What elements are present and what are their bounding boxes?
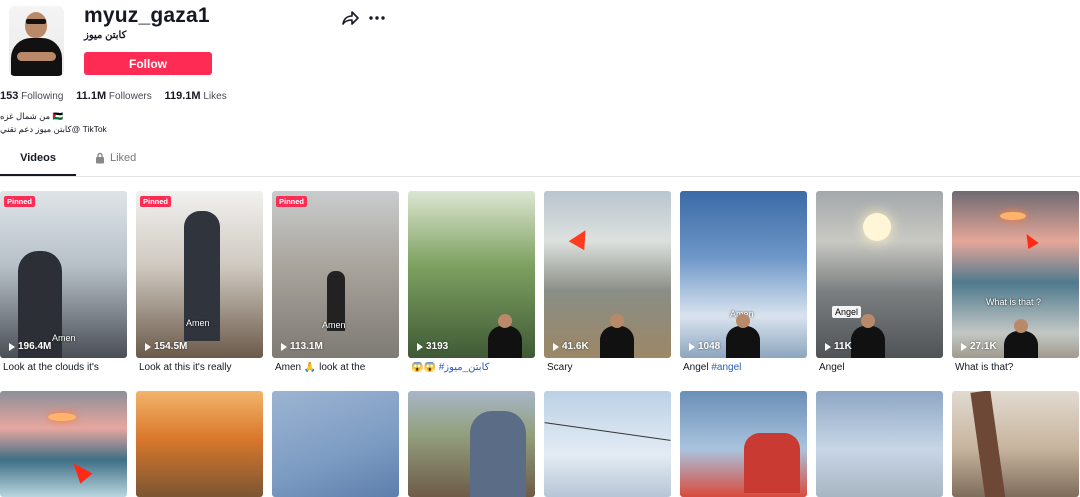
play-icon (281, 342, 287, 351)
more-options-icon[interactable] (368, 10, 386, 26)
following-count[interactable]: 153 (0, 90, 18, 102)
view-count: 1048 (689, 341, 720, 352)
video-card-8[interactable]: What is that ? 27.1K (952, 191, 1079, 358)
video-caption[interactable]: Look at the clouds it's (3, 362, 128, 373)
view-count: 113.1M (281, 341, 323, 352)
video-card-11[interactable] (272, 391, 399, 497)
video-card-5[interactable]: 41.6K (544, 191, 671, 358)
video-caption[interactable]: Scary (547, 362, 672, 373)
play-icon (417, 342, 423, 351)
likes-count: 119.1M (164, 90, 201, 102)
followers-label[interactable]: Followers (109, 91, 152, 102)
video-card-6[interactable]: Amen 1048 (680, 191, 807, 358)
video-caption[interactable]: 😱😱 #كابتن_ميوز (411, 362, 536, 373)
hashtag-link[interactable]: #كابتن_ميوز (439, 362, 490, 373)
play-icon (145, 342, 151, 351)
play-icon (553, 342, 559, 351)
video-card-9[interactable] (0, 391, 127, 497)
likes-label: Likes (203, 91, 227, 102)
profile-nickname: كابتن ميوز (84, 30, 127, 41)
video-caption[interactable]: Angel (819, 362, 944, 373)
video-caption[interactable]: What is that? (955, 362, 1080, 373)
pinned-badge: Pinned (276, 196, 308, 207)
bio-line-1: من شمال غزه 🇵🇸 (0, 111, 64, 121)
play-icon (9, 342, 15, 351)
video-card-10[interactable] (136, 391, 263, 497)
hashtag-link[interactable]: #angel (711, 362, 741, 373)
video-overlay-text: Amen (52, 333, 76, 343)
avatar[interactable] (9, 6, 64, 76)
view-count: 27.1K (961, 341, 997, 352)
profile-stats: 153 Following 11.1M Followers 119.1M Lik… (0, 90, 237, 102)
video-overlay-text: What is that ? (986, 297, 1042, 307)
play-icon (689, 342, 695, 351)
profile-username: myuz_gaza1 (84, 4, 210, 27)
view-count: 3193 (417, 341, 448, 352)
video-card-16[interactable] (952, 391, 1079, 497)
video-card-7[interactable]: Angel 11K (816, 191, 943, 358)
video-card-2[interactable]: Pinned Amen 154.5M (136, 191, 263, 358)
view-count: 154.5M (145, 341, 187, 352)
view-count: 41.6K (553, 341, 589, 352)
video-card-15[interactable] (816, 391, 943, 497)
bio-line-2: كابتن ميوز دعم تقني@ TikTok (0, 124, 107, 134)
video-overlay-text: Amen (186, 318, 210, 328)
video-caption[interactable]: Angel #angel (683, 362, 808, 373)
video-card-3[interactable]: Pinned Amen 113.1M (272, 191, 399, 358)
video-card-13[interactable] (544, 391, 671, 497)
tabs-divider (0, 176, 1080, 177)
followers-count[interactable]: 11.1M (76, 90, 106, 102)
pinned-badge: Pinned (4, 196, 36, 207)
caption-text: Angel (683, 362, 712, 373)
tab-videos[interactable]: Videos (0, 152, 76, 176)
video-card-12[interactable] (408, 391, 535, 497)
video-card-1[interactable]: Pinned Amen 196.4M (0, 191, 127, 358)
tab-liked-label: Liked (110, 152, 137, 164)
video-caption[interactable]: Look at this it's really (139, 362, 264, 373)
follow-button[interactable]: Follow (84, 52, 212, 75)
video-card-4[interactable]: 3193 (408, 191, 535, 358)
play-icon (825, 342, 831, 351)
view-count: 11K (825, 341, 852, 352)
pinned-badge: Pinned (140, 196, 172, 207)
video-card-14[interactable] (680, 391, 807, 497)
following-label[interactable]: Following (21, 91, 63, 102)
video-caption[interactable]: Amen 🙏 look at the (275, 362, 400, 373)
play-icon (961, 342, 967, 351)
tab-liked[interactable]: Liked (95, 152, 136, 176)
view-count: 196.4M (9, 341, 51, 352)
share-icon[interactable] (341, 10, 359, 26)
lock-icon (96, 152, 104, 164)
video-overlay-text: Amen (322, 320, 346, 330)
caption-emoji: 😱😱 (411, 362, 436, 373)
video-overlay-text: Angel (832, 306, 862, 318)
